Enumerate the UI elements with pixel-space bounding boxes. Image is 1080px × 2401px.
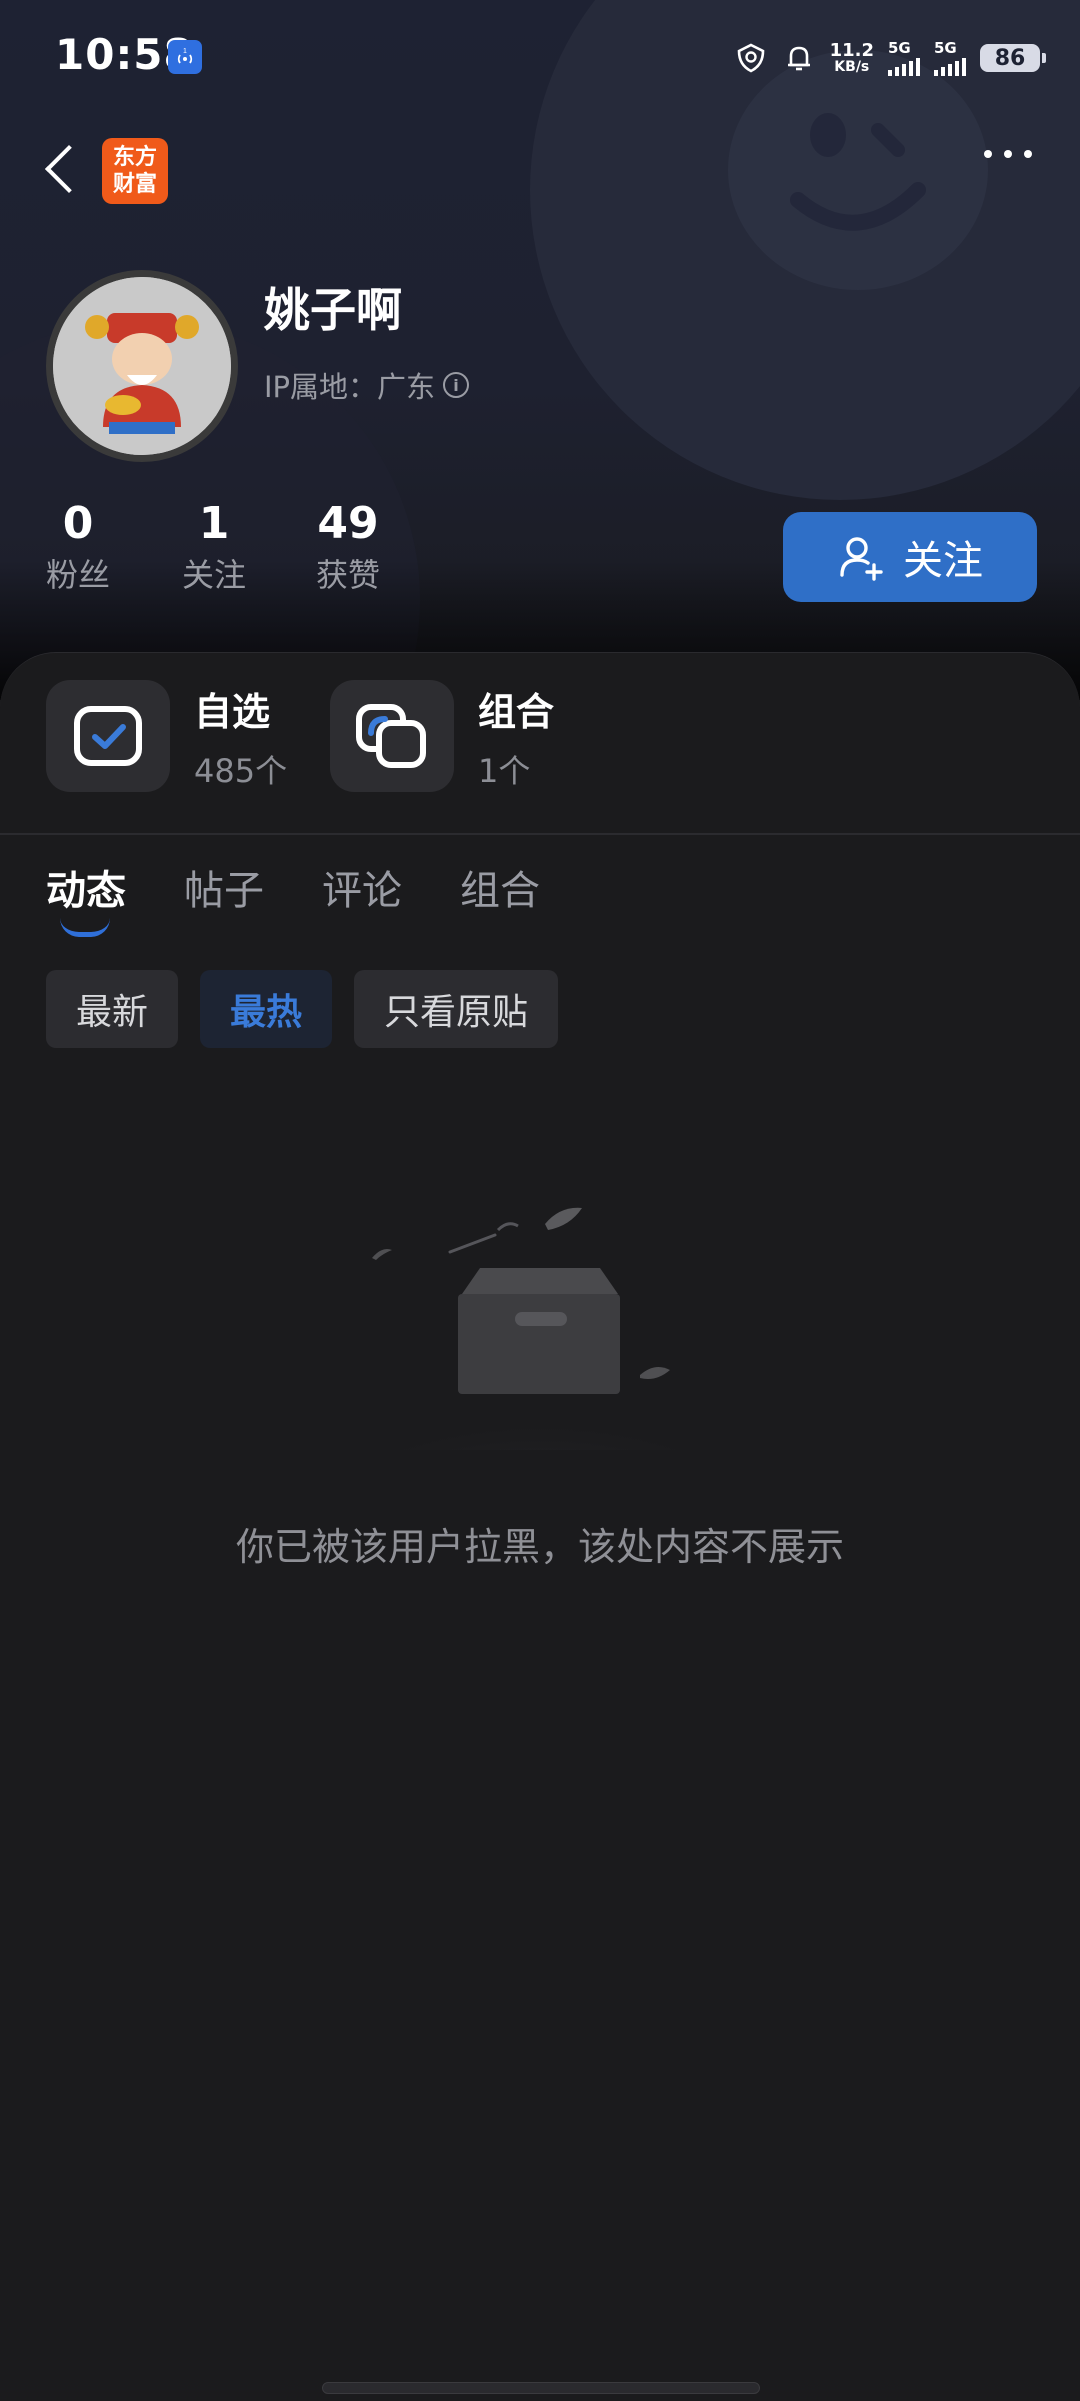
chip-latest[interactable]: 最新: [46, 970, 179, 1048]
status-icons: 11.2 KB/s 5G 5G 86: [734, 34, 1046, 82]
follow-button[interactable]: 关注: [783, 512, 1037, 602]
signal-sim2: 5G: [934, 40, 966, 76]
info-icon[interactable]: i: [443, 372, 470, 398]
shortcut-count: 485个: [194, 751, 288, 790]
battery-icon: 86: [980, 44, 1046, 72]
svg-text:1: 1: [183, 48, 187, 55]
portfolio-icon: [330, 680, 454, 792]
back-button[interactable]: [40, 140, 84, 200]
shortcut-count: 1个: [478, 751, 531, 790]
username: 姚子啊: [264, 283, 402, 337]
tab-activity[interactable]: 动态: [46, 858, 126, 937]
chip-hottest[interactable]: 最热: [200, 970, 333, 1048]
signal-sim1: 5G: [888, 40, 920, 76]
tab-bar: 动态 帖子 评论 组合: [46, 858, 540, 937]
stat-following[interactable]: 1 关注: [164, 499, 264, 596]
dot-icon: [984, 150, 992, 158]
shortcut-title: 组合: [478, 689, 555, 734]
shield-heart-icon: [737, 43, 764, 73]
hotspot-icon: 1: [168, 40, 202, 74]
dot-icon: [1004, 150, 1012, 158]
tab-posts[interactable]: 帖子: [184, 858, 264, 916]
chip-original-only[interactable]: 只看原贴: [354, 970, 559, 1048]
tab-comments[interactable]: 评论: [322, 858, 402, 916]
stat-fans[interactable]: 0 粉丝: [28, 499, 128, 596]
network-speed: 11.2 KB/s: [829, 40, 874, 75]
filter-chips: 最新 最热 只看原贴: [46, 970, 559, 1048]
avatar[interactable]: [46, 270, 238, 462]
status-bar: 10:58 1 11.2 KB/s 5G 5G 86: [0, 0, 1080, 110]
bell-icon: [787, 46, 810, 71]
home-indicator[interactable]: [322, 2382, 760, 2394]
ip-location: IP属地：广东 i: [264, 364, 470, 406]
divider: [0, 833, 1080, 835]
tab-portfolio[interactable]: 组合: [460, 858, 540, 916]
add-user-icon: [840, 537, 883, 581]
dot-icon: [1024, 150, 1032, 158]
empty-box-illustration: [320, 1190, 760, 1570]
more-options-button[interactable]: [984, 150, 1032, 158]
stat-likes: 49 获赞: [315, 498, 380, 595]
signal-bars-icon: [888, 57, 920, 76]
checkbox-icon: [46, 680, 170, 792]
shortcut-watchlist[interactable]: 自选 485个: [46, 680, 287, 792]
empty-state-message: 你已被该用户拉黑，该处内容不展示: [235, 1525, 844, 1569]
shortcut-portfolio[interactable]: 组合 1个: [330, 680, 554, 792]
app-logo: 东方 财富: [102, 138, 168, 204]
signal-bars-icon: [934, 57, 966, 76]
avatar-image: [53, 277, 231, 455]
shortcut-title: 自选: [194, 689, 271, 734]
